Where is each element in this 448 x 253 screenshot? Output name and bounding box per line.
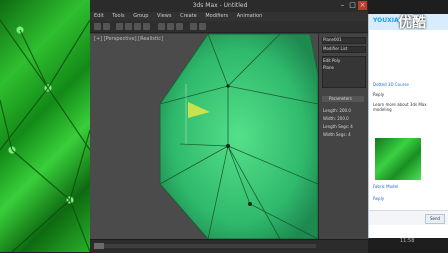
- shared-image[interactable]: [375, 138, 421, 180]
- menu-item[interactable]: Create: [180, 13, 197, 19]
- chat-logo: YOUXIA: [373, 17, 399, 24]
- send-button[interactable]: Send: [425, 214, 445, 224]
- rotate-icon[interactable]: [134, 23, 141, 30]
- chat-messages: Dotted 3D Course Reply Learn more about …: [369, 30, 448, 226]
- minimize-icon[interactable]: –: [338, 1, 347, 10]
- param-row[interactable]: Length Segs: 4: [323, 124, 353, 129]
- menu-item[interactable]: Views: [157, 13, 171, 19]
- chat-window: YOUXIA Dotted 3D Course Reply Learn more…: [368, 14, 448, 238]
- menu-item[interactable]: Group: [133, 13, 148, 19]
- chat-message: Learn more about 3ds Max modeling: [373, 102, 427, 112]
- stack-item[interactable]: Edit Poly: [323, 58, 340, 63]
- tufted-plane-mesh: [159, 34, 318, 239]
- menu-item[interactable]: Tools: [112, 13, 124, 19]
- rollout-title: Parameters: [329, 96, 352, 101]
- timeline-handle[interactable]: [94, 243, 104, 249]
- move-icon[interactable]: [125, 23, 132, 30]
- menu-item[interactable]: Edit: [94, 13, 104, 19]
- chat-message[interactable]: Reply: [373, 196, 445, 201]
- material-editor-icon[interactable]: [190, 23, 197, 30]
- mirror-icon[interactable]: [167, 23, 174, 30]
- chat-message[interactable]: Reply: [373, 92, 445, 97]
- timeline-track[interactable]: [94, 244, 316, 248]
- main-toolbar: [90, 21, 368, 33]
- menu-item[interactable]: Animation: [237, 13, 263, 19]
- align-icon[interactable]: [176, 23, 183, 30]
- perspective-viewport[interactable]: [+] [Perspective] [Realistic]: [90, 34, 318, 239]
- snap-icon[interactable]: [158, 23, 165, 30]
- texture-preview-panel: [0, 0, 90, 252]
- chat-message[interactable]: Dotted 3D Course: [373, 82, 445, 87]
- tufted-texture-art: [0, 19, 90, 252]
- maximize-icon[interactable]: □: [348, 1, 357, 10]
- chat-input-area[interactable]: Send: [369, 210, 448, 225]
- menu-bar: Edit Tools Group Views Create Modifiers …: [90, 12, 368, 21]
- time-slider[interactable]: [90, 239, 368, 253]
- stack-item[interactable]: Plane: [323, 65, 334, 70]
- param-row[interactable]: Width: 200.0: [323, 116, 349, 121]
- param-row[interactable]: Length: 200.0: [323, 108, 351, 113]
- app-title: 3ds Max - Untitled: [192, 2, 248, 9]
- max-window: 3ds Max - Untitled – □ × Edit Tools Grou…: [90, 0, 369, 253]
- modifier-list-label: Modifier List: [323, 46, 348, 51]
- title-bar: 3ds Max - Untitled – □ ×: [90, 0, 368, 12]
- redo-icon[interactable]: [103, 23, 110, 30]
- scale-icon[interactable]: [143, 23, 150, 30]
- menu-item[interactable]: Modifiers: [205, 13, 228, 19]
- clock: 11:58: [400, 238, 415, 244]
- command-panel: Plane001 Modifier List Edit Poly Plane P…: [318, 34, 369, 239]
- param-row[interactable]: Width Segs: 4: [323, 132, 351, 137]
- object-name: Plane001: [323, 37, 342, 42]
- undo-icon[interactable]: [94, 23, 101, 30]
- close-icon[interactable]: ×: [358, 1, 367, 10]
- chat-message[interactable]: Fabric Model: [373, 184, 445, 189]
- watermark-logo: 优酷: [398, 15, 426, 31]
- render-icon[interactable]: [199, 23, 206, 30]
- select-icon[interactable]: [116, 23, 123, 30]
